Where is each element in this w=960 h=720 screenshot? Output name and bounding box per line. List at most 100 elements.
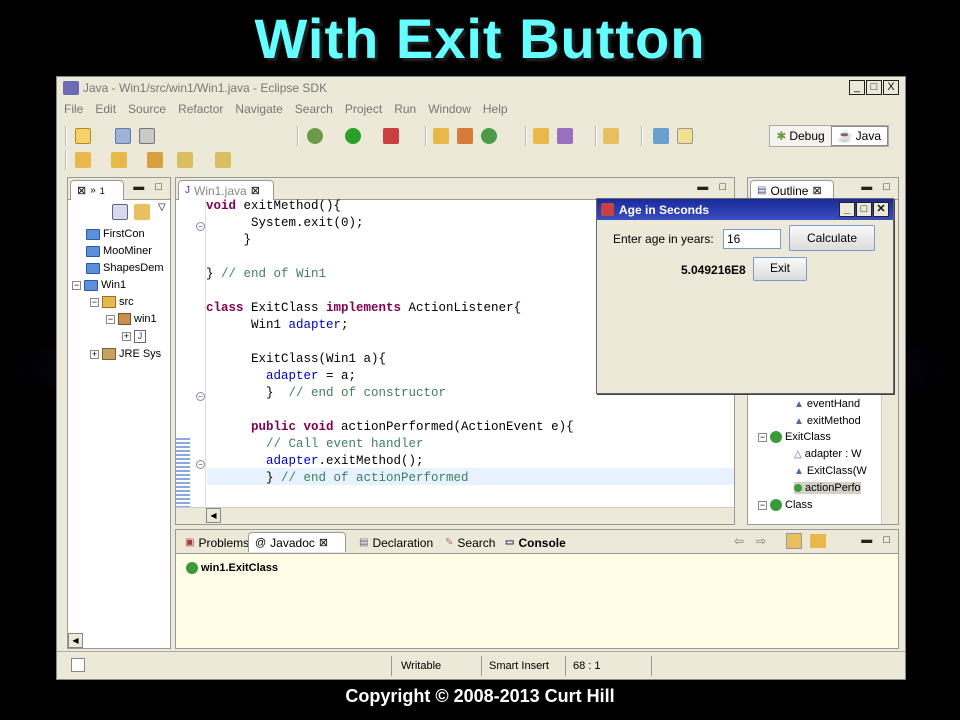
- fold-icon[interactable]: −: [196, 460, 205, 469]
- pane-minmax-icon[interactable]: ▬ □: [133, 181, 166, 193]
- fast-view-icon[interactable]: [71, 658, 85, 672]
- expand-icon[interactable]: +: [122, 332, 131, 341]
- tab-javadoc[interactable]: @ Javadoc ⊠: [248, 532, 346, 552]
- menu-help[interactable]: Help: [476, 100, 513, 120]
- editor-hscroll[interactable]: ◀: [176, 507, 734, 524]
- print-icon[interactable]: [139, 128, 155, 144]
- file-win1-java[interactable]: + J: [122, 330, 146, 343]
- pane-minmax-icon[interactable]: ▬ □: [861, 181, 894, 193]
- tab-problems[interactable]: ▣ Problems: [178, 532, 257, 552]
- tab-console[interactable]: ▭ Console: [498, 532, 573, 552]
- menu-project[interactable]: Project: [338, 100, 387, 120]
- code-area[interactable]: void exitMethod(){ System.exit(0); }} //…: [206, 198, 574, 487]
- next-edit-icon[interactable]: [75, 152, 91, 168]
- tab-search[interactable]: ✎ Search: [438, 532, 503, 552]
- minimize-button[interactable]: _: [849, 80, 865, 95]
- prev-icon[interactable]: [177, 152, 193, 168]
- last-edit-icon[interactable]: [111, 152, 127, 168]
- menu-edit[interactable]: Edit: [88, 100, 121, 120]
- fold-icon[interactable]: −: [196, 222, 205, 231]
- new-interface-icon[interactable]: [481, 128, 497, 144]
- collapse-all-icon[interactable]: [112, 204, 128, 220]
- jre-system-library[interactable]: + JRE Sys: [90, 348, 161, 360]
- next-annotation-icon[interactable]: [653, 128, 669, 144]
- back-icon[interactable]: [147, 152, 163, 168]
- link-icon[interactable]: [786, 533, 802, 549]
- collapse-icon[interactable]: −: [758, 432, 767, 442]
- open-declaration-icon[interactable]: [810, 534, 826, 548]
- search-tool-icon[interactable]: [557, 128, 573, 144]
- project-moominer[interactable]: MooMiner: [86, 245, 152, 257]
- outline-item-exitmethod[interactable]: ▲ exitMethod: [794, 415, 861, 427]
- external-tools-icon[interactable]: [383, 128, 399, 144]
- outline-item-constructor[interactable]: ▲ ExitClass(W: [794, 465, 867, 477]
- project-shapesdem[interactable]: ShapesDem: [86, 262, 164, 274]
- folder-src[interactable]: − src: [90, 296, 134, 308]
- collapse-icon[interactable]: −: [72, 280, 81, 290]
- dialog-maximize-button[interactable]: □: [856, 202, 872, 217]
- fold-icon[interactable]: −: [196, 392, 205, 401]
- calculate-button[interactable]: Calculate: [789, 225, 875, 251]
- collapse-icon[interactable]: −: [90, 297, 99, 307]
- code-token: exitMethod(){: [236, 199, 342, 213]
- scroll-left-icon[interactable]: ◀: [68, 633, 83, 648]
- more-tabs-icon[interactable]: »: [90, 185, 96, 196]
- close-icon[interactable]: ⊠: [77, 184, 86, 197]
- collapse-icon[interactable]: −: [758, 500, 767, 510]
- project-win1[interactable]: − Win1: [72, 279, 126, 291]
- menu-run[interactable]: Run: [387, 100, 421, 120]
- close-icon[interactable]: ⊠: [812, 184, 821, 197]
- tab-declaration[interactable]: ▤ Declaration: [352, 532, 441, 552]
- code-token: ;: [341, 318, 349, 332]
- pane-minmax-icon[interactable]: ▬ □: [697, 181, 730, 193]
- outline-item-exitclass[interactable]: − ExitClass: [758, 431, 831, 443]
- dialog-minimize-button[interactable]: _: [839, 202, 855, 217]
- open-folder-icon[interactable]: [603, 128, 619, 144]
- perspective-java-label: Java: [855, 129, 881, 143]
- package-explorer-tab[interactable]: ⊠ » 1: [70, 180, 124, 200]
- code-token: implements: [326, 301, 402, 315]
- pane-minmax-icon[interactable]: ▬ □: [861, 534, 894, 546]
- menu-source[interactable]: Source: [121, 100, 171, 120]
- exit-button[interactable]: Exit: [753, 257, 807, 281]
- project-firstcon[interactable]: FirstCon: [86, 228, 145, 240]
- outline-tab[interactable]: ▤ Outline ⊠: [750, 180, 834, 200]
- outline-item-adapter[interactable]: △ adapter : W: [794, 448, 862, 460]
- outline-item-actionperformed[interactable]: actionPerfo: [794, 482, 861, 494]
- outline-item-class[interactable]: − Class: [758, 499, 813, 511]
- package-win1[interactable]: − win1: [106, 313, 157, 325]
- age-prompt-label: Enter age in years:: [613, 232, 714, 246]
- new-package-icon[interactable]: [433, 128, 449, 144]
- view-menu-icon[interactable]: ▽: [158, 202, 166, 213]
- toggle-mark-icon[interactable]: [677, 128, 693, 144]
- field-icon: △: [794, 448, 802, 460]
- close-button[interactable]: X: [883, 80, 899, 95]
- outline-item-eventhand[interactable]: ▲ eventHand: [794, 398, 860, 410]
- run-icon[interactable]: [345, 128, 361, 144]
- menu-refactor[interactable]: Refactor: [171, 100, 228, 120]
- open-type-icon[interactable]: [533, 128, 549, 144]
- perspective-java[interactable]: ☕ Java: [830, 126, 888, 146]
- link-editor-icon[interactable]: [134, 204, 150, 220]
- expand-icon[interactable]: +: [90, 349, 99, 359]
- forward-icon[interactable]: ⇨: [756, 534, 766, 548]
- close-icon[interactable]: ⊠: [251, 184, 260, 197]
- debug-icon[interactable]: [307, 128, 323, 144]
- close-icon[interactable]: ⊠: [319, 536, 328, 549]
- scroll-left-icon[interactable]: ◀: [206, 508, 221, 523]
- back-icon[interactable]: ⇦: [734, 534, 744, 548]
- age-input[interactable]: 16: [723, 229, 781, 249]
- save-icon[interactable]: [115, 128, 131, 144]
- new-icon[interactable]: [75, 128, 91, 144]
- menu-navigate[interactable]: Navigate: [228, 100, 287, 120]
- menu-window[interactable]: Window: [421, 100, 476, 120]
- menu-file[interactable]: File: [57, 100, 88, 120]
- collapse-icon[interactable]: −: [106, 314, 115, 324]
- forward-icon[interactable]: [215, 152, 231, 168]
- new-class-icon[interactable]: [457, 128, 473, 144]
- maximize-button[interactable]: □: [866, 80, 882, 95]
- editor-tab-win1[interactable]: J Win1.java ⊠: [178, 180, 274, 200]
- perspective-debug[interactable]: ✱ Debug: [770, 126, 830, 146]
- dialog-close-button[interactable]: ✕: [873, 202, 889, 217]
- menu-search[interactable]: Search: [288, 100, 338, 120]
